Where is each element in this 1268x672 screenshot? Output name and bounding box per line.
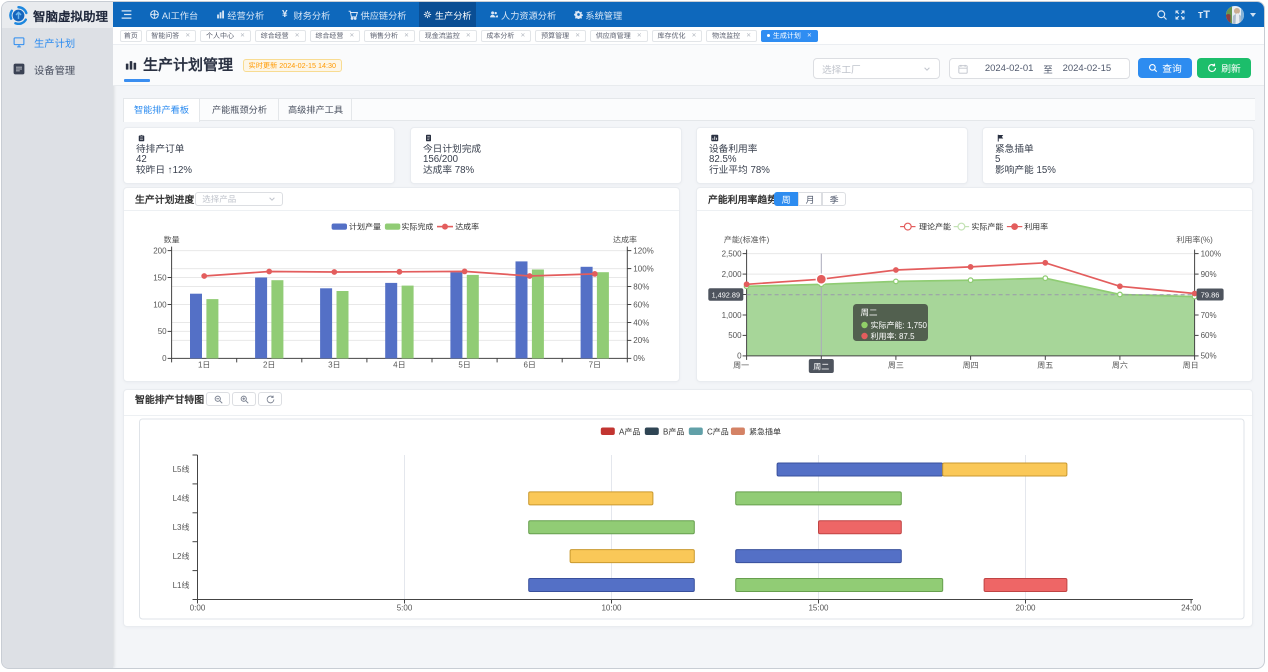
svg-text:40%: 40% bbox=[633, 318, 649, 327]
svg-text:L4线: L4线 bbox=[173, 494, 190, 503]
svg-text:20:00: 20:00 bbox=[1015, 604, 1036, 613]
svg-text:周五: 周五 bbox=[1037, 361, 1053, 370]
svg-text:周三: 周三 bbox=[888, 361, 904, 370]
svg-text:1,492.89: 1,492.89 bbox=[712, 290, 740, 299]
svg-text:周二: 周二 bbox=[813, 362, 829, 371]
svg-text:50%: 50% bbox=[1201, 352, 1217, 361]
svg-text:利用率: 87.5: 利用率: 87.5 bbox=[871, 332, 916, 341]
svg-text:达成率: 达成率 bbox=[613, 236, 637, 245]
svg-text:数量: 数量 bbox=[164, 236, 180, 245]
svg-text:6日: 6日 bbox=[523, 361, 535, 370]
svg-text:100%: 100% bbox=[1201, 249, 1221, 258]
svg-text:10:00: 10:00 bbox=[601, 604, 622, 613]
svg-text:A产品: A产品 bbox=[619, 428, 640, 437]
svg-text:200: 200 bbox=[153, 246, 167, 255]
svg-text:3日: 3日 bbox=[328, 361, 340, 370]
svg-text:周日: 周日 bbox=[1183, 361, 1199, 370]
svg-text:L2线: L2线 bbox=[173, 552, 190, 561]
svg-text:60%: 60% bbox=[633, 300, 649, 309]
svg-text:L5线: L5线 bbox=[173, 465, 190, 474]
svg-text:1,000: 1,000 bbox=[722, 311, 743, 320]
svg-text:500: 500 bbox=[728, 331, 742, 340]
svg-text:0:00: 0:00 bbox=[190, 604, 206, 613]
svg-text:L1线: L1线 bbox=[173, 581, 190, 590]
svg-text:紧急插单: 紧急插单 bbox=[749, 428, 781, 437]
svg-text:达成率: 达成率 bbox=[455, 222, 479, 231]
svg-text:产能(标准件): 产能(标准件) bbox=[724, 236, 770, 245]
svg-text:120%: 120% bbox=[633, 246, 653, 255]
svg-text:0%: 0% bbox=[633, 354, 645, 363]
svg-text:150: 150 bbox=[153, 273, 167, 282]
svg-text:1日: 1日 bbox=[198, 361, 210, 370]
svg-text:实际完成: 实际完成 bbox=[401, 222, 433, 231]
svg-text:5:00: 5:00 bbox=[397, 604, 413, 613]
svg-text:79.86: 79.86 bbox=[1201, 291, 1220, 300]
svg-text:0: 0 bbox=[737, 352, 742, 361]
svg-text:7日: 7日 bbox=[589, 361, 601, 370]
svg-text:实际产能: 1,750: 实际产能: 1,750 bbox=[871, 321, 928, 330]
svg-text:2,000: 2,000 bbox=[722, 270, 743, 279]
svg-text:理论产能: 理论产能 bbox=[919, 222, 951, 231]
svg-text:4日: 4日 bbox=[393, 361, 405, 370]
svg-text:C产品: C产品 bbox=[707, 428, 729, 437]
svg-text:20%: 20% bbox=[633, 336, 649, 345]
svg-text:24:00: 24:00 bbox=[1181, 604, 1202, 613]
svg-text:B产品: B产品 bbox=[663, 428, 684, 437]
svg-text:50: 50 bbox=[158, 327, 167, 336]
svg-text:周一: 周一 bbox=[733, 361, 749, 370]
svg-text:2,500: 2,500 bbox=[722, 249, 743, 258]
svg-text:计划产量: 计划产量 bbox=[349, 222, 381, 231]
svg-text:周四: 周四 bbox=[963, 361, 979, 370]
svg-text:L3线: L3线 bbox=[173, 523, 190, 532]
svg-text:2日: 2日 bbox=[263, 361, 275, 370]
svg-text:100%: 100% bbox=[633, 264, 653, 273]
svg-text:60%: 60% bbox=[1201, 331, 1217, 340]
svg-text:周六: 周六 bbox=[1112, 361, 1128, 370]
svg-text:70%: 70% bbox=[1201, 311, 1217, 320]
svg-text:0: 0 bbox=[162, 354, 167, 363]
svg-text:周二: 周二 bbox=[861, 308, 879, 318]
svg-text:15:00: 15:00 bbox=[808, 604, 829, 613]
svg-text:利用率(%): 利用率(%) bbox=[1176, 236, 1213, 245]
svg-text:5日: 5日 bbox=[458, 361, 470, 370]
svg-text:利用率: 利用率 bbox=[1024, 222, 1048, 231]
svg-text:80%: 80% bbox=[633, 282, 649, 291]
svg-text:实际产能: 实际产能 bbox=[971, 222, 1003, 231]
svg-text:90%: 90% bbox=[1201, 270, 1217, 279]
svg-text:100: 100 bbox=[153, 300, 167, 309]
